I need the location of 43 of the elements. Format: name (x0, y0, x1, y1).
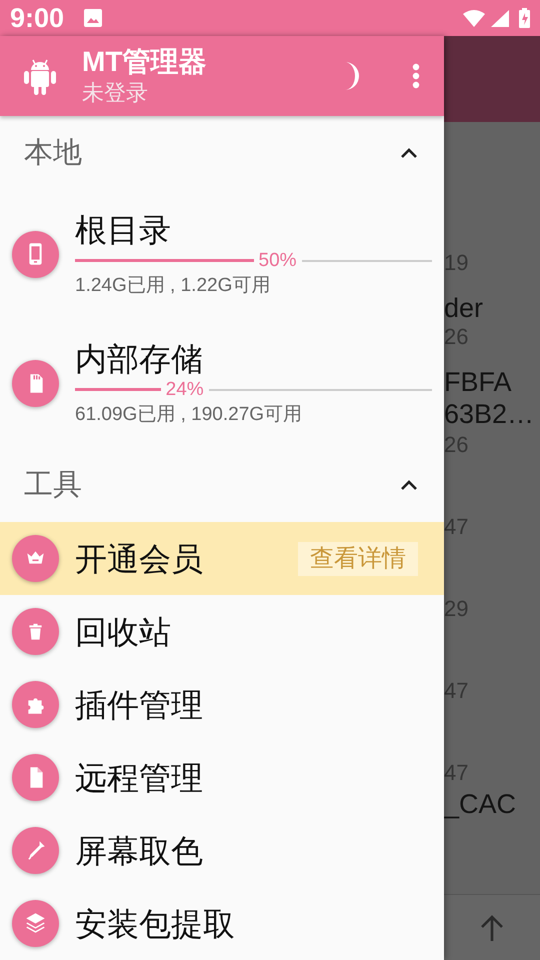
menu-item[interactable]: 远程管理 (0, 741, 444, 814)
crown-icon (12, 535, 59, 582)
menu-item[interactable]: 插件管理 (0, 668, 444, 741)
more-icon[interactable] (412, 63, 420, 89)
file-name: der (444, 292, 484, 324)
layers-icon (12, 900, 59, 947)
android-icon (24, 57, 56, 95)
storage-item[interactable]: 根目录 50% 1.24G已用 , 1.22G可用 (0, 190, 444, 319)
storage-name: 根目录 (75, 210, 172, 250)
puzzle-icon (12, 681, 59, 728)
wifi-icon (463, 10, 485, 26)
chevron-icon[interactable] (400, 147, 418, 159)
chevron-icon[interactable] (400, 479, 418, 491)
menu-label: 远程管理 (75, 758, 204, 798)
battery-icon (519, 8, 530, 28)
file-name: 63B2… (444, 398, 536, 430)
section-title: 工具 (24, 468, 83, 503)
trash-icon (12, 608, 59, 655)
login-status: 未登录 (82, 79, 149, 107)
menu-item[interactable]: 开通会员 查看详情 (0, 522, 444, 595)
image-icon (84, 9, 102, 27)
document-icon (12, 754, 59, 801)
app-title: MT管理器 (82, 45, 208, 79)
file-name: FBFA (444, 366, 513, 398)
signal-icon (491, 10, 509, 26)
storage-item[interactable]: 内部存储 24% 61.09G已用 , 190.27G可用 (0, 319, 444, 448)
menu-item[interactable]: 屏幕取色 (0, 814, 444, 887)
eyedropper-icon (12, 827, 59, 874)
menu-item[interactable]: 回收站 (0, 595, 444, 668)
menu-item[interactable]: 安装包提取 (0, 887, 444, 960)
sd-card-icon (12, 360, 59, 407)
usage-text: 61.09G已用 , 190.27G可用 (75, 402, 304, 426)
up-arrow-icon[interactable] (480, 914, 504, 940)
menu-label: 开通会员 (75, 540, 204, 578)
status-time: 9:00 (10, 2, 64, 34)
menu-label: 屏幕取色 (75, 832, 204, 870)
usage-text: 1.24G已用 , 1.22G可用 (75, 274, 272, 298)
menu-label: 回收站 (75, 612, 172, 652)
menu-label: 安装包提取 (75, 904, 236, 944)
storage-name: 内部存储 (75, 340, 204, 378)
menu-label: 插件管理 (75, 686, 204, 724)
section-title: 本地 (24, 136, 83, 171)
phone-icon (12, 231, 59, 278)
